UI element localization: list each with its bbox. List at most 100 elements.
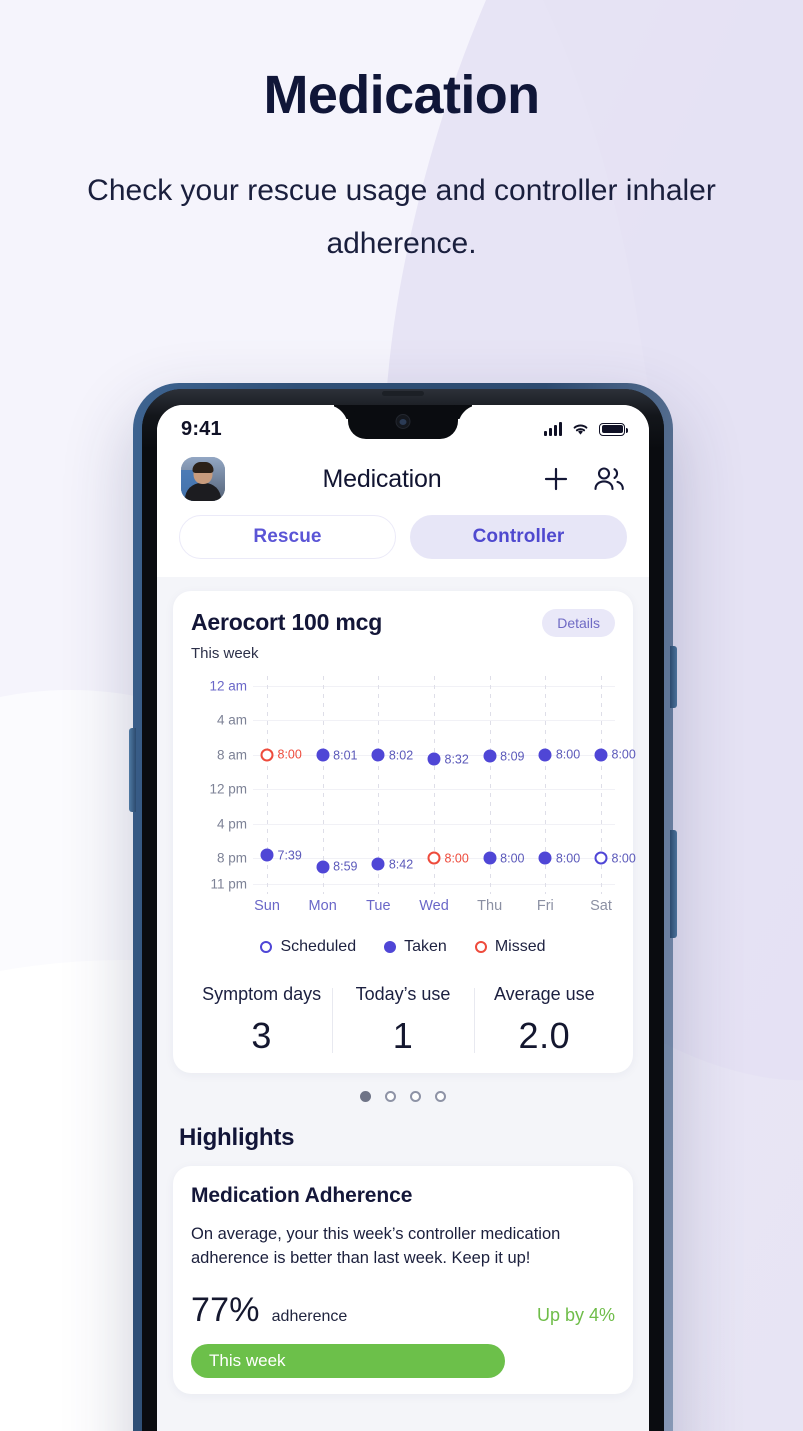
chart-x-tick: Fri: [536, 898, 554, 914]
legend-marker: [474, 941, 487, 953]
chart-point-marker: [427, 752, 441, 766]
chart-y-tick: 4 am: [216, 712, 247, 728]
status-bar-icons: [544, 422, 628, 436]
chart-point-label: 8:00: [277, 747, 302, 762]
chart-point-marker: [594, 851, 608, 865]
chart-point[interactable]: 8:09: [483, 749, 525, 763]
legend-marker: [260, 941, 273, 953]
carousel-dot[interactable]: [410, 1091, 421, 1102]
chart-y-tick: 12 am: [209, 678, 247, 694]
chart-point-label: 8:00: [611, 747, 636, 762]
legend-item: Scheduled: [260, 938, 356, 956]
stat-value: 2.0: [518, 1015, 571, 1056]
phone-mockup: 9:41 Medication Rescue Controller Aeroco…: [129, 383, 677, 1431]
page-subtitle: Check your rescue usage and controller i…: [87, 174, 716, 261]
medication-period: This week: [191, 645, 259, 662]
navbar-actions: [539, 462, 625, 496]
power-button[interactable]: [670, 830, 677, 938]
chart-y-axis: 12 am 4 am 8 am 12 pm 4 pm 8 pm 11 pm: [191, 676, 247, 894]
side-button-left[interactable]: [129, 728, 136, 812]
app-title: Medication: [322, 464, 442, 493]
details-button[interactable]: Details: [542, 609, 615, 637]
signal-bars-icon: [544, 422, 562, 436]
volume-button[interactable]: [670, 646, 677, 708]
adherence-chart: 12 am 4 am 8 am 12 pm 4 pm 8 pm 11 pm 8:00 8:01…: [191, 676, 636, 914]
page-title: Medication: [263, 65, 540, 125]
carousel-dot[interactable]: [360, 1091, 371, 1102]
chart-point[interactable]: 8:00: [260, 748, 302, 762]
chart-point-label: 8:09: [500, 749, 525, 764]
chart-x-tick: Thu: [477, 898, 503, 914]
section-title-highlights: Highlights: [179, 1124, 295, 1151]
legend-item: Taken: [384, 938, 447, 956]
chart-point-label: 8:32: [444, 752, 469, 767]
legend-label: Scheduled: [280, 938, 357, 955]
tab-rescue[interactable]: Rescue: [179, 515, 396, 559]
chart-point[interactable]: 8:00: [538, 851, 580, 865]
chart-x-tick: Sun: [254, 898, 280, 914]
chart-point-marker: [427, 851, 441, 865]
chart-x-tick: Sat: [590, 898, 612, 914]
legend-item: Missed: [474, 938, 546, 956]
avatar[interactable]: [181, 457, 225, 501]
chart-point[interactable]: 8:00: [594, 851, 636, 865]
plus-icon[interactable]: [539, 462, 573, 496]
app-navbar: Medication: [157, 451, 649, 511]
chart-point[interactable]: 8:01: [316, 748, 358, 762]
chart-point-marker: [538, 748, 552, 762]
stat-item: Today’s use 1: [332, 984, 473, 1057]
chart-y-tick: 8 pm: [216, 850, 247, 866]
chart-point[interactable]: 8:00: [427, 851, 469, 865]
chart-point[interactable]: 8:59: [316, 860, 358, 874]
chart-point-marker: [316, 748, 330, 762]
chart-point[interactable]: 8:32: [427, 752, 469, 766]
medication-name: Aerocort 100 mcg: [191, 609, 383, 635]
chart-point[interactable]: 8:02: [371, 748, 413, 762]
medication-card: Aerocort 100 mcg Details This week 12 am…: [173, 591, 636, 1073]
segmented-control: Rescue Controller: [157, 511, 649, 577]
front-camera-icon: [395, 414, 411, 429]
stat-item: Symptom days 3: [191, 984, 332, 1057]
chart-plot-area: 8:00 8:01 8:02 8:32 8:09 8:00 8:00 7:39 8:59 8:42…: [253, 676, 636, 894]
stat-label: Today’s use: [355, 984, 451, 1004]
adherence-trend: Up by 4%: [536, 1304, 615, 1325]
chart-point[interactable]: 8:00: [483, 851, 525, 865]
chart-point-label: 7:39: [277, 848, 302, 863]
tab-controller[interactable]: Controller: [410, 515, 627, 559]
chart-point-label: 8:01: [333, 748, 358, 763]
legend-marker: [384, 941, 397, 953]
chart-point-marker: [260, 748, 274, 762]
chart-x-axis: Sun Mon Tue Wed Thu Fri Sat: [253, 898, 615, 920]
phone-screen: 9:41 Medication Rescue Controller Aeroco…: [157, 405, 649, 1431]
carousel-dot[interactable]: [385, 1091, 396, 1102]
chart-point-label: 8:02: [388, 748, 414, 763]
chart-point[interactable]: 7:39: [260, 848, 302, 862]
people-icon[interactable]: [591, 462, 625, 496]
chart-point-label: 8:59: [333, 859, 358, 874]
carousel-pager: [173, 1091, 633, 1102]
stat-label: Symptom days: [202, 984, 322, 1004]
chart-point-marker: [594, 748, 608, 762]
stats-row: Symptom days 3 Today’s use 1 Average use 2.0: [191, 978, 615, 1057]
chart-legend: Scheduled Taken Missed: [191, 938, 615, 960]
chart-point-marker: [371, 748, 385, 762]
chart-point-marker: [483, 749, 497, 763]
chart-y-tick: 11 pm: [210, 876, 247, 892]
chart-point-label: 8:42: [388, 857, 414, 872]
chart-point[interactable]: 8:42: [371, 857, 413, 871]
medication-card-header: Aerocort 100 mcg Details: [191, 609, 615, 637]
carousel-dot[interactable]: [435, 1091, 446, 1102]
chart-point[interactable]: 8:00: [538, 748, 580, 762]
chart-point-label: 8:00: [500, 851, 525, 866]
chart-point[interactable]: 8:00: [594, 748, 636, 762]
chart-point-label: 8:00: [444, 851, 469, 866]
wifi-icon: [573, 424, 588, 435]
chart-point-marker: [316, 860, 330, 874]
stat-value: 3: [251, 1015, 272, 1056]
highlight-title: Medication Adherence: [191, 1184, 413, 1207]
adherence-percent-label: adherence: [271, 1307, 348, 1325]
highlight-body: On average, your this week’s controller …: [191, 1225, 561, 1268]
camera-notch: [348, 405, 458, 439]
chart-point-marker: [483, 851, 497, 865]
app-content: Aerocort 100 mcg Details This week 12 am…: [157, 577, 649, 1394]
